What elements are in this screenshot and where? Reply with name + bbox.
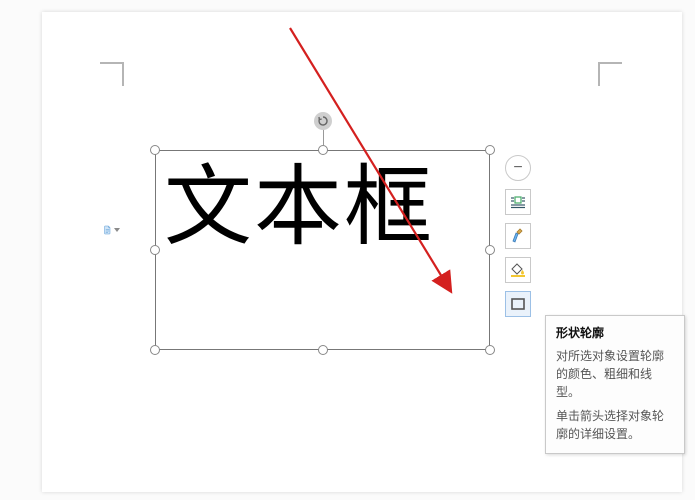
rotate-icon (317, 115, 329, 127)
shape-tool-strip: − (504, 155, 532, 317)
shape-outline-button[interactable] (505, 291, 531, 317)
format-brush-icon (510, 228, 526, 244)
format-painter-button[interactable] (505, 223, 531, 249)
tooltip-body: 对所选对象设置轮廓的颜色、粗细和线型。 单击箭头选择对象轮廓的详细设置。 (556, 347, 674, 443)
margin-mark-top-right (598, 62, 622, 86)
resize-handle-ml[interactable] (150, 245, 160, 255)
resize-handle-bm[interactable] (318, 345, 328, 355)
layout-icon (510, 195, 526, 209)
rotation-handle[interactable] (314, 112, 332, 130)
shape-fill-button[interactable] (505, 257, 531, 283)
shape-outline-icon (510, 296, 526, 312)
resize-handle-bl[interactable] (150, 345, 160, 355)
selected-textbox[interactable]: 文本框 (155, 150, 490, 350)
resize-handle-tr[interactable] (485, 145, 495, 155)
resize-handle-mr[interactable] (485, 245, 495, 255)
tooltip-title: 形状轮廓 (556, 324, 674, 341)
fill-bucket-icon (510, 262, 526, 278)
textbox-frame[interactable]: 文本框 (155, 150, 490, 350)
tooltip-line2: 单击箭头选择对象轮廓的详细设置。 (556, 407, 674, 443)
margin-mark-top-left (100, 62, 124, 86)
resize-handle-br[interactable] (485, 345, 495, 355)
document-icon (104, 221, 111, 239)
textbox-content[interactable]: 文本框 (164, 165, 434, 253)
app-canvas: 文本框 − (0, 0, 695, 500)
minus-icon: − (513, 160, 522, 176)
layout-options-button[interactable] (505, 189, 531, 215)
resize-handle-tl[interactable] (150, 145, 160, 155)
paste-options-button[interactable] (104, 220, 120, 240)
resize-handle-tm[interactable] (318, 145, 328, 155)
chevron-down-icon (114, 228, 120, 232)
tooltip-line1: 对所选对象设置轮廓的颜色、粗细和线型。 (556, 347, 674, 401)
tooltip: 形状轮廓 对所选对象设置轮廓的颜色、粗细和线型。 单击箭头选择对象轮廓的详细设置… (545, 315, 685, 454)
collapse-strip-button[interactable]: − (505, 155, 531, 181)
